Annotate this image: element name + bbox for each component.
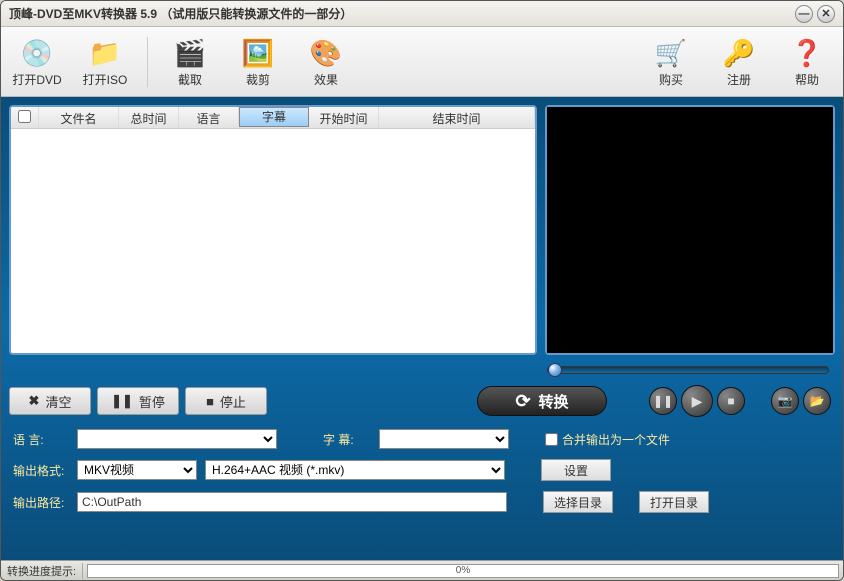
clear-label: 清空 (45, 392, 71, 411)
output-format-select[interactable]: MKV视频 (77, 460, 197, 480)
settings-panel: 语 言: 字 幕: 合并输出为一个文件 输出格式: MKV视频 H.264+AA… (9, 423, 835, 519)
stop-button[interactable]: ■ 停止 (185, 387, 267, 415)
main-content: 文件名 总时间 语言 字幕 开始时间 结束时间 (1, 97, 843, 560)
file-list-body[interactable] (11, 129, 535, 353)
file-list-panel: 文件名 总时间 语言 字幕 开始时间 结束时间 (9, 105, 537, 355)
col-language[interactable]: 语言 (179, 107, 239, 128)
status-label: 转换进度提示: (1, 563, 83, 579)
dvd-icon: 💿 (19, 35, 55, 71)
output-format-label: 输出格式: (13, 462, 69, 479)
col-start-time[interactable]: 开始时间 (309, 107, 379, 128)
select-all-checkbox[interactable] (18, 110, 31, 123)
buy-button[interactable]: 🛒 购买 (641, 32, 701, 92)
stop-icon: ■ (206, 394, 214, 409)
crop-button[interactable]: 🖼️ 裁剪 (228, 32, 288, 92)
convert-button[interactable]: ⟳ 转换 (477, 386, 607, 416)
main-toolbar: 💿 打开DVD 📁 打开ISO 🎬 截取 🖼️ 裁剪 🎨 效果 (1, 27, 843, 97)
pause-icon: ❚❚ (111, 393, 133, 409)
col-subtitle[interactable]: 字幕 (239, 107, 309, 127)
key-icon: 🔑 (721, 35, 757, 71)
toolbar-separator (147, 37, 148, 87)
output-path-label: 输出路径: (13, 494, 69, 511)
effect-button[interactable]: 🎨 效果 (296, 32, 356, 92)
output-path-input[interactable] (77, 492, 507, 512)
effect-label: 效果 (314, 71, 338, 88)
open-folder-button[interactable]: 📂 (803, 387, 831, 415)
help-label: 帮助 (795, 71, 819, 88)
open-iso-label: 打开ISO (83, 71, 128, 88)
stop-label: 停止 (220, 392, 246, 411)
file-list-header: 文件名 总时间 语言 字幕 开始时间 结束时间 (11, 107, 535, 129)
col-end-time[interactable]: 结束时间 (379, 107, 535, 128)
register-button[interactable]: 🔑 注册 (709, 32, 769, 92)
open-dir-button[interactable]: 打开目录 (639, 491, 709, 513)
close-button[interactable]: ✕ (817, 5, 835, 23)
scissors-icon: 🎬 (172, 35, 208, 71)
open-iso-button[interactable]: 📁 打开ISO (75, 32, 135, 92)
select-dir-button[interactable]: 选择目录 (543, 491, 613, 513)
convert-label: 转换 (539, 391, 569, 412)
capture-button[interactable]: 🎬 截取 (160, 32, 220, 92)
capture-label: 截取 (178, 71, 202, 88)
language-select[interactable] (77, 429, 277, 449)
output-profile-select[interactable]: H.264+AAC 视频 (*.mkv) (205, 460, 505, 480)
language-label: 语 言: (13, 431, 69, 448)
merge-checkbox-wrap[interactable]: 合并输出为一个文件 (545, 431, 670, 448)
settings-button[interactable]: 设置 (541, 459, 611, 481)
format-row: 输出格式: MKV视频 H.264+AAC 视频 (*.mkv) 设置 (13, 459, 831, 481)
register-label: 注册 (727, 71, 751, 88)
palette-icon: 🎨 (308, 35, 344, 71)
merge-checkbox[interactable] (545, 433, 558, 446)
preview-seek-slider[interactable] (547, 366, 829, 374)
col-total-time[interactable]: 总时间 (119, 107, 179, 128)
window-title: 顶峰-DVD至MKV转换器 5.9 （试用版只能转换源文件的一部分） (9, 5, 791, 22)
control-row: ✖ 清空 ❚❚ 暂停 ■ 停止 ⟳ 转换 ❚❚ ▶ ■ 📷 (9, 385, 835, 417)
playback-pause-button[interactable]: ❚❚ (649, 387, 677, 415)
crop-label: 裁剪 (246, 71, 270, 88)
subtitle-select[interactable] (379, 429, 509, 449)
help-icon: ❓ (789, 35, 825, 71)
playback-stop-button[interactable]: ■ (717, 387, 745, 415)
open-dvd-label: 打开DVD (12, 71, 61, 88)
progress-percent: 0% (456, 565, 470, 576)
col-filename[interactable]: 文件名 (39, 107, 119, 128)
title-bar: 顶峰-DVD至MKV转换器 5.9 （试用版只能转换源文件的一部分） — ✕ (1, 1, 843, 27)
app-window: 顶峰-DVD至MKV转换器 5.9 （试用版只能转换源文件的一部分） — ✕ 💿… (0, 0, 844, 581)
preview-screen (547, 107, 833, 353)
crop-icon: 🖼️ (240, 35, 276, 71)
top-row: 文件名 总时间 语言 字幕 开始时间 结束时间 (9, 105, 835, 355)
minimize-button[interactable]: — (795, 5, 813, 23)
iso-icon: 📁 (87, 35, 123, 71)
progress-bar: 0% (87, 564, 839, 578)
merge-label: 合并输出为一个文件 (562, 431, 670, 448)
help-button[interactable]: ❓ 帮助 (777, 32, 837, 92)
open-dvd-button[interactable]: 💿 打开DVD (7, 32, 67, 92)
col-checkbox[interactable] (11, 107, 39, 128)
playback-play-button[interactable]: ▶ (681, 385, 713, 417)
playback-controls: ❚❚ ▶ ■ 📷 📂 (649, 385, 835, 417)
refresh-icon: ⟳ (515, 391, 530, 412)
seek-thumb[interactable] (548, 363, 562, 377)
pause-label: 暂停 (139, 392, 165, 411)
pause-button[interactable]: ❚❚ 暂停 (97, 387, 179, 415)
slider-row (9, 361, 835, 379)
snapshot-button[interactable]: 📷 (771, 387, 799, 415)
path-row: 输出路径: 选择目录 打开目录 (13, 491, 831, 513)
cart-icon: 🛒 (653, 35, 689, 71)
x-icon: ✖ (29, 393, 40, 409)
lang-sub-row: 语 言: 字 幕: 合并输出为一个文件 (13, 429, 831, 449)
subtitle-label: 字 幕: (323, 431, 371, 448)
status-bar: 转换进度提示: 0% (1, 560, 843, 580)
clear-button[interactable]: ✖ 清空 (9, 387, 91, 415)
preview-panel (545, 105, 835, 355)
buy-label: 购买 (659, 71, 683, 88)
